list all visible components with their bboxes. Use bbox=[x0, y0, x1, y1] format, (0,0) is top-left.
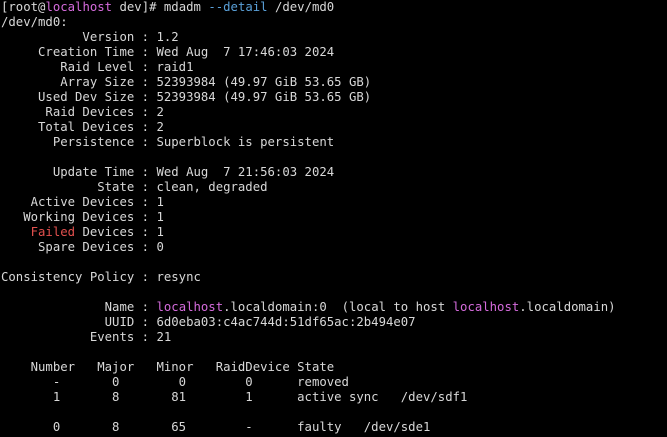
field-version: Version : 1.2 bbox=[1, 30, 179, 44]
field-consistency-policy: Consistency Policy : resync bbox=[1, 270, 201, 284]
table-row: 1 8 81 1 active sync /dev/sdf1 bbox=[1, 390, 468, 404]
command-argument: /dev/md0 bbox=[267, 0, 335, 14]
field-uuid: UUID : 6d0eba03:c4ac744d:51df65ac:2b494e… bbox=[1, 315, 416, 329]
prompt-cwd: dev]# bbox=[112, 0, 164, 14]
table-header: Number Major Minor RaidDevice State bbox=[1, 360, 335, 374]
field-state: State : clean, degraded bbox=[1, 180, 268, 194]
prompt-host: localhost bbox=[45, 0, 113, 14]
field-active-devices: Active Devices : 1 bbox=[1, 195, 164, 209]
field-failed-devices: Failed Devices : 1 bbox=[1, 225, 164, 240]
field-update-time: Update Time : Wed Aug 7 21:56:03 2024 bbox=[1, 165, 335, 179]
name-mid: .localdomain:0 (local to host bbox=[223, 300, 453, 314]
command-option: --detail bbox=[208, 0, 268, 14]
failed-word: Failed bbox=[30, 225, 76, 239]
table-row: - 0 0 0 removed bbox=[1, 375, 349, 389]
prompt-user: root@ bbox=[8, 0, 46, 14]
field-used-dev-size: Used Dev Size : 52393984 (49.97 GiB 53.6… bbox=[1, 90, 372, 104]
field-working-devices: Working Devices : 1 bbox=[1, 210, 164, 224]
command-prompt-line: [root@localhost dev]# mdadm --detail /de… bbox=[1, 0, 334, 15]
field-name: Name : localhost.localdomain:0 (local to… bbox=[1, 300, 616, 315]
field-total-devices: Total Devices : 2 bbox=[1, 120, 164, 134]
name-end: .localdomain) bbox=[519, 300, 616, 314]
device-header: /dev/md0: bbox=[1, 15, 68, 29]
field-raid-devices: Raid Devices : 2 bbox=[1, 105, 164, 119]
terminal-window[interactable]: [root@localhost dev]# mdadm --detail /de… bbox=[0, 0, 667, 437]
field-array-size: Array Size : 52393984 (49.97 GiB 53.65 G… bbox=[1, 75, 372, 89]
name-prefix: Name : bbox=[1, 300, 157, 314]
field-events: Events : 21 bbox=[1, 330, 172, 344]
field-spare-devices: Spare Devices : 0 bbox=[1, 240, 164, 254]
name-host-1: localhost bbox=[156, 300, 224, 314]
field-creation-time: Creation Time : Wed Aug 7 17:46:03 2024 bbox=[1, 45, 335, 59]
field-persistence: Persistence : Superblock is persistent bbox=[1, 135, 335, 149]
field-raid-level: Raid Level : raid1 bbox=[1, 60, 194, 74]
failed-rest: Devices : 1 bbox=[75, 225, 164, 239]
name-host-2: localhost bbox=[452, 300, 520, 314]
command-name: mdadm bbox=[163, 0, 209, 14]
failed-prefix bbox=[1, 225, 31, 239]
table-row: 0 8 65 - faulty /dev/sde1 bbox=[1, 420, 431, 434]
